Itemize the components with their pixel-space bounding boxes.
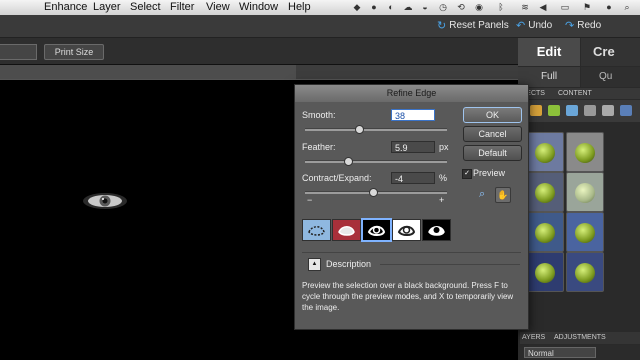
description-text: Preview the selection over a black backg… xyxy=(302,281,514,312)
options-left-button[interactable] xyxy=(0,44,37,60)
app-toolbar: ↻ Reset Panels ↶ Undo ↷ Redo xyxy=(0,15,640,38)
flag-icon[interactable]: ⚑ xyxy=(580,2,594,12)
feather-unit: px xyxy=(439,142,449,152)
menu-enhance[interactable]: Enhance xyxy=(44,1,87,13)
menu-select[interactable]: Select xyxy=(130,1,161,13)
preview-mode-overlay[interactable] xyxy=(332,219,361,241)
minus-label: − xyxy=(307,195,313,205)
effect-thumbnail[interactable] xyxy=(566,172,604,212)
effect-thumbnail[interactable] xyxy=(566,212,604,252)
time-machine-icon[interactable]: ⟲ xyxy=(456,2,466,12)
hand-tool-icon[interactable]: ✋ xyxy=(495,187,511,203)
description-label: Description xyxy=(326,259,372,269)
smooth-slider-knob[interactable] xyxy=(354,125,364,134)
cloud-icon[interactable]: ☁ xyxy=(403,2,413,12)
description-toggle-icon[interactable]: ▲ xyxy=(308,258,321,271)
preview-mode-mask[interactable] xyxy=(422,219,451,241)
description-separator xyxy=(302,252,521,253)
tab-edit[interactable]: Edit xyxy=(518,38,580,66)
zoom-tool-icon[interactable]: ⌕ xyxy=(479,188,493,201)
menu-filter[interactable]: Filter xyxy=(170,1,194,13)
preview-mode-black[interactable] xyxy=(361,218,392,242)
effects-thumbnail-grid xyxy=(526,128,640,298)
tab-content[interactable]: CONTENT xyxy=(558,88,592,99)
feather-input[interactable]: 5.9 xyxy=(391,141,435,153)
layer-style-icon[interactable] xyxy=(584,105,596,116)
volume-icon[interactable]: ◀ xyxy=(538,2,548,12)
dropbox-icon[interactable]: ◆ xyxy=(352,2,362,12)
filter-icon[interactable] xyxy=(530,105,542,116)
style-icon[interactable] xyxy=(548,105,560,116)
redo-label: Redo xyxy=(577,20,602,31)
document-tab[interactable] xyxy=(0,65,296,79)
layers-header: AYERS ADJUSTMENTS xyxy=(520,332,640,344)
battery-icon[interactable]: ▭ xyxy=(556,2,574,12)
photo-effect-icon[interactable] xyxy=(566,105,578,116)
smooth-label: Smooth: xyxy=(302,110,336,120)
plus-label: + xyxy=(439,195,445,205)
document-tab-strip xyxy=(0,65,518,80)
effect-thumbnail[interactable] xyxy=(566,252,604,292)
preview-mode-marching-ants[interactable] xyxy=(302,219,331,241)
feather-label: Feather: xyxy=(302,142,336,152)
ghost-icon[interactable]: ◒ xyxy=(420,2,430,12)
smooth-slider-track[interactable] xyxy=(305,128,447,131)
sync-icon[interactable]: ◐ xyxy=(386,2,396,12)
tab-adjustments[interactable]: ADJUSTMENTS xyxy=(554,332,606,344)
redo-icon: ↷ xyxy=(565,20,575,32)
cancel-button[interactable]: Cancel xyxy=(463,126,522,142)
options-bar: Print Size xyxy=(0,38,518,65)
effects-header: FECTS CONTENT xyxy=(520,88,640,99)
feather-slider-track[interactable] xyxy=(305,160,447,163)
preview-checkbox[interactable]: ✓ xyxy=(462,169,472,179)
tab-quick[interactable]: Qu xyxy=(581,67,640,87)
smooth-input[interactable]: 38 xyxy=(391,109,435,121)
description-rule xyxy=(380,264,520,265)
reset-panels-label: Reset Panels xyxy=(449,20,509,31)
preview-mode-white[interactable] xyxy=(392,219,421,241)
contract-expand-input[interactable]: -4 xyxy=(391,172,435,184)
redo-button[interactable]: ↷ Redo xyxy=(565,19,601,32)
user-icon[interactable]: ● xyxy=(604,2,614,12)
contract-expand-unit: % xyxy=(439,173,448,183)
clock-icon[interactable]: ◷ xyxy=(438,2,448,12)
effect-thumbnail[interactable] xyxy=(566,132,604,172)
feather-slider-knob[interactable] xyxy=(343,157,353,166)
menu-layer[interactable]: Layer xyxy=(93,1,121,13)
reset-icon: ↻ xyxy=(437,20,447,32)
tab-layers[interactable]: AYERS xyxy=(522,332,545,344)
print-size-button[interactable]: Print Size xyxy=(44,44,104,60)
effects-category-bar xyxy=(520,100,640,122)
effect-thumbnail[interactable] xyxy=(526,172,564,212)
contract-expand-slider-knob[interactable] xyxy=(369,188,379,197)
eye-icon[interactable]: ◉ xyxy=(474,2,484,12)
preview-label: Preview xyxy=(473,168,506,178)
fx-icon[interactable] xyxy=(602,105,614,116)
menu-window[interactable]: Window xyxy=(239,1,278,13)
effect-thumbnail[interactable] xyxy=(526,132,564,172)
tab-create[interactable]: Cre xyxy=(581,38,640,66)
blend-mode-select[interactable]: Normal xyxy=(524,347,596,358)
more-icon[interactable] xyxy=(620,105,632,116)
effect-thumbnail[interactable] xyxy=(526,212,564,252)
default-button[interactable]: Default xyxy=(463,145,522,161)
menu-help[interactable]: Help xyxy=(288,1,311,13)
wifi-icon[interactable]: ≋ xyxy=(520,2,530,12)
refine-edge-dialog: Refine Edge Smooth: 38 Feather: 5.9 px C… xyxy=(294,84,529,330)
undo-label: Undo xyxy=(528,20,553,31)
ok-button[interactable]: OK xyxy=(463,107,522,123)
contract-expand-label: Contract/Expand: xyxy=(302,173,372,183)
blend-mode-row: Normal xyxy=(520,345,640,360)
effect-thumbnail[interactable] xyxy=(526,252,564,292)
menu-bar: Enhance Layer Select Filter View Window … xyxy=(0,0,640,16)
eye-image xyxy=(83,193,127,209)
menu-view[interactable]: View xyxy=(206,1,230,13)
app-tray-icon[interactable]: ● xyxy=(369,2,379,12)
undo-icon: ↶ xyxy=(516,20,526,32)
undo-button[interactable]: ↶ Undo xyxy=(516,19,552,32)
reset-panels-button[interactable]: ↻ Reset Panels xyxy=(437,19,509,32)
spotlight-icon[interactable]: ⌕ xyxy=(622,2,632,12)
bluetooth-icon[interactable]: ᛒ xyxy=(496,2,506,12)
dialog-title[interactable]: Refine Edge xyxy=(295,85,528,102)
